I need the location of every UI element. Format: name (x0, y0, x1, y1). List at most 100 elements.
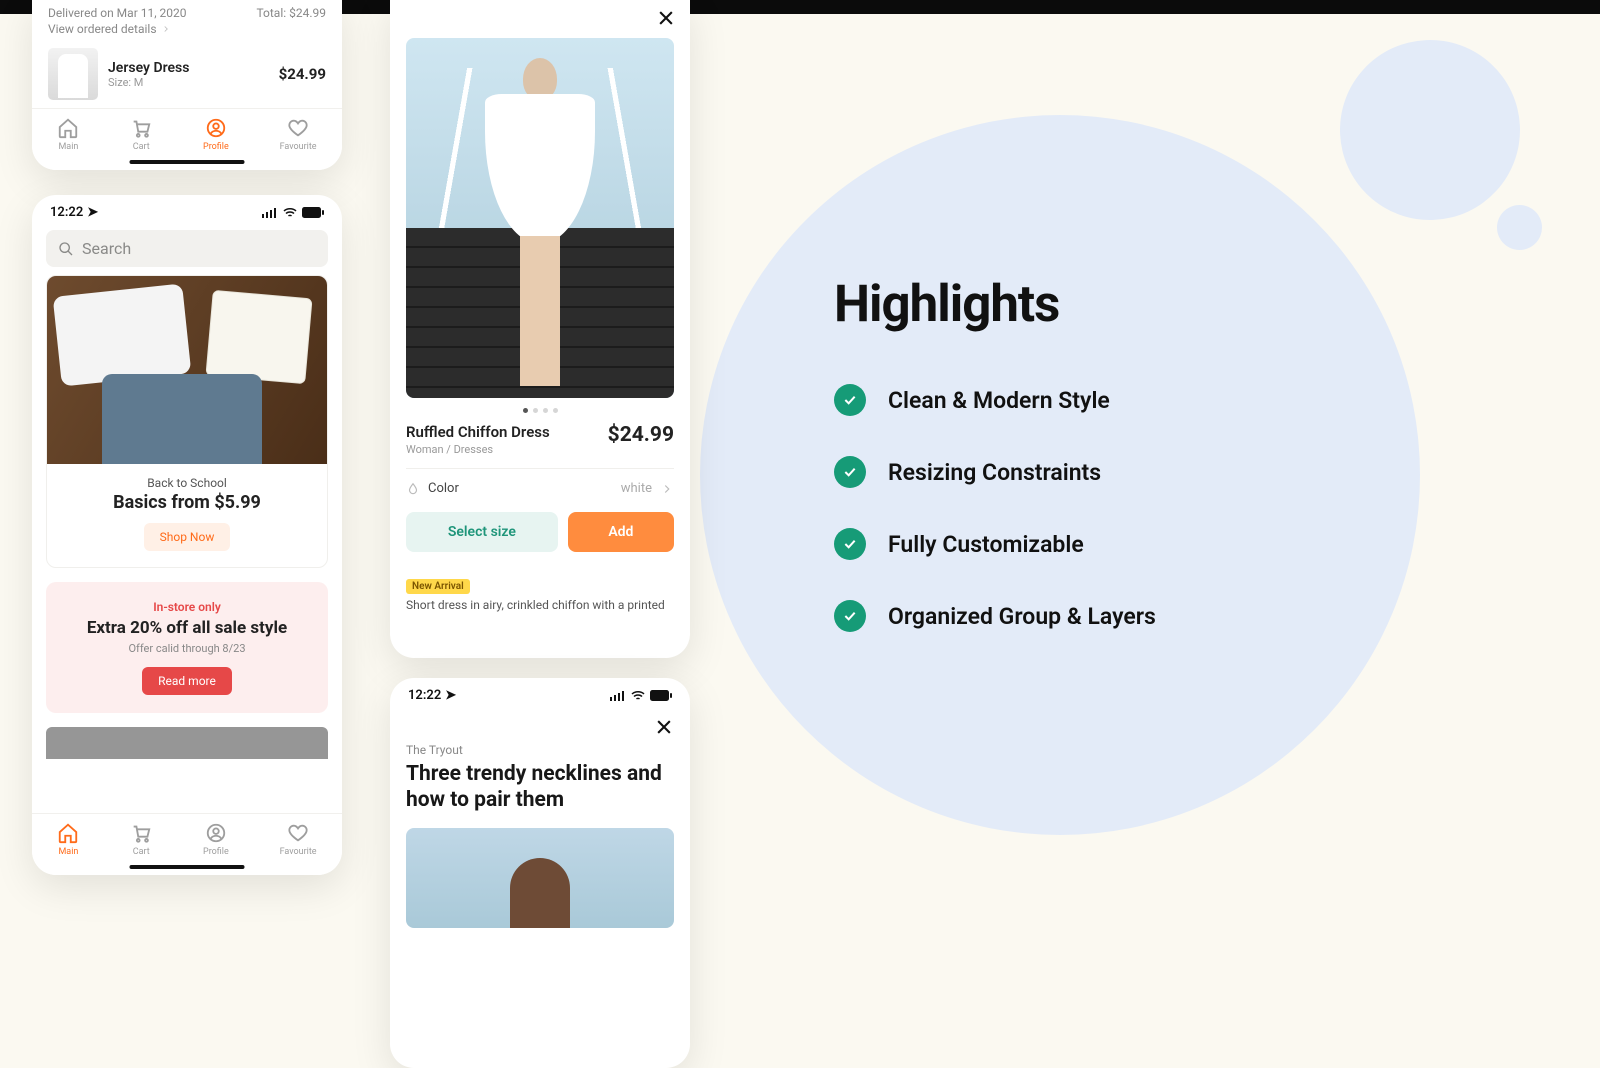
nav-main-label: Main (58, 847, 78, 857)
nav-cart-label: Cart (133, 142, 150, 152)
check-icon (834, 384, 866, 416)
status-time: 12:22 (50, 205, 83, 220)
profile-icon (205, 117, 227, 139)
order-price: $24.99 (279, 65, 326, 83)
nav-favourite[interactable]: Favourite (280, 822, 317, 857)
sale-title: Extra 20% off all sale style (58, 618, 316, 638)
highlights-title: Highlights (834, 275, 1156, 334)
phone-orders: Delivered on Mar 11, 2020 Total: $24.99 … (32, 0, 342, 170)
signal-icon (610, 691, 626, 701)
search-input[interactable]: Search (46, 230, 328, 267)
carousel-dots[interactable] (390, 408, 690, 413)
highlight-item: Resizing Constraints (834, 456, 1156, 488)
check-icon (834, 528, 866, 560)
search-icon (58, 241, 74, 257)
cart-icon (130, 117, 152, 139)
drop-icon (406, 482, 420, 496)
nav-profile[interactable]: Profile (203, 822, 229, 857)
add-button[interactable]: Add (568, 512, 674, 552)
view-details-text: View ordered details (48, 22, 157, 36)
battery-icon (302, 207, 324, 218)
check-icon (834, 456, 866, 488)
nav-fav-label: Favourite (280, 142, 317, 152)
order-row[interactable]: Jersey Dress Size: M $24.99 (32, 42, 342, 100)
highlight-item: Organized Group & Layers (834, 600, 1156, 632)
color-selector[interactable]: Color white (406, 468, 674, 508)
delivered-label: Delivered on Mar 11, 2020 (48, 6, 187, 20)
status-icons (608, 688, 672, 703)
heart-icon (287, 117, 309, 139)
content-strip (46, 727, 328, 759)
nav-fav-label: Favourite (280, 847, 317, 857)
view-details-link[interactable]: View ordered details (32, 20, 342, 42)
home-icon (57, 822, 79, 844)
color-label: Color (428, 481, 459, 496)
product-name: Ruffled Chiffon Dress (406, 423, 550, 441)
color-value: white (621, 481, 652, 496)
check-icon (834, 600, 866, 632)
signal-icon (262, 208, 278, 218)
promo-image (47, 276, 327, 464)
sale-sub: Offer calid through 8/23 (58, 642, 316, 655)
order-name: Jersey Dress (108, 60, 269, 76)
close-icon[interactable] (654, 717, 674, 737)
phone-home: 12:22 ➤ Search Back to School Basics from… (32, 195, 342, 875)
highlight-item: Clean & Modern Style (834, 384, 1156, 416)
chevron-right-icon (660, 482, 674, 496)
product-hero[interactable] (406, 38, 674, 398)
highlight-text: Clean & Modern Style (888, 387, 1110, 414)
nav-favourite[interactable]: Favourite (280, 117, 317, 152)
highlight-text: Resizing Constraints (888, 459, 1101, 486)
highlight-item: Fully Customizable (834, 528, 1156, 560)
close-row (390, 707, 690, 743)
battery-icon (650, 690, 672, 701)
wifi-icon (283, 208, 297, 218)
status-time: 12:22 (408, 688, 441, 703)
phone-product: Ruffled Chiffon Dress Woman / Dresses $2… (390, 0, 690, 658)
chevron-right-icon (161, 24, 171, 34)
read-more-button[interactable]: Read more (142, 667, 232, 695)
product-category: Woman / Dresses (406, 443, 550, 456)
heart-icon (287, 822, 309, 844)
select-size-button[interactable]: Select size (406, 512, 558, 552)
nav-cart[interactable]: Cart (130, 822, 152, 857)
highlights-section: Highlights Clean & Modern Style Resizing… (834, 275, 1156, 632)
close-row (390, 0, 690, 32)
bg-blob-tiny (1497, 205, 1542, 250)
home-indicator (130, 160, 245, 164)
profile-icon (205, 822, 227, 844)
new-arrival-tag: New Arrival (406, 579, 470, 594)
sale-eyebrow: In-store only (58, 600, 316, 614)
nav-profile-label: Profile (203, 847, 229, 857)
sale-card: In-store only Extra 20% off all sale sty… (46, 582, 328, 713)
status-bar: 12:22 ➤ (390, 678, 690, 707)
article-hero (406, 828, 674, 928)
nav-profile[interactable]: Profile (203, 117, 229, 152)
cart-icon (130, 822, 152, 844)
promo-card[interactable]: Back to School Basics from $5.99 Shop No… (46, 275, 328, 568)
order-thumb (48, 48, 98, 100)
close-icon[interactable] (656, 8, 676, 28)
order-size: Size: M (108, 76, 269, 89)
nav-profile-label: Profile (203, 142, 229, 152)
wifi-icon (631, 691, 645, 701)
search-placeholder: Search (82, 239, 131, 258)
promo-eyebrow: Back to School (57, 476, 317, 490)
shop-now-button[interactable]: Shop Now (144, 523, 231, 551)
status-icons (260, 205, 324, 220)
total-label: Total: $24.99 (256, 6, 326, 20)
article-eyebrow: The Tryout (390, 743, 690, 757)
nav-main-label: Main (58, 142, 78, 152)
home-indicator (130, 865, 245, 869)
home-icon (57, 117, 79, 139)
nav-main[interactable]: Main (57, 822, 79, 857)
location-icon: ➤ (445, 688, 456, 703)
product-desc: Short dress in airy, crinkled chiffon wi… (390, 594, 690, 624)
nav-cart-label: Cart (133, 847, 150, 857)
article-title: Three trendy necklines and how to pair t… (390, 761, 690, 814)
nav-main[interactable]: Main (57, 117, 79, 152)
highlight-text: Fully Customizable (888, 531, 1084, 558)
location-icon: ➤ (87, 205, 98, 220)
nav-cart[interactable]: Cart (130, 117, 152, 152)
promo-title: Basics from $5.99 (57, 492, 317, 513)
